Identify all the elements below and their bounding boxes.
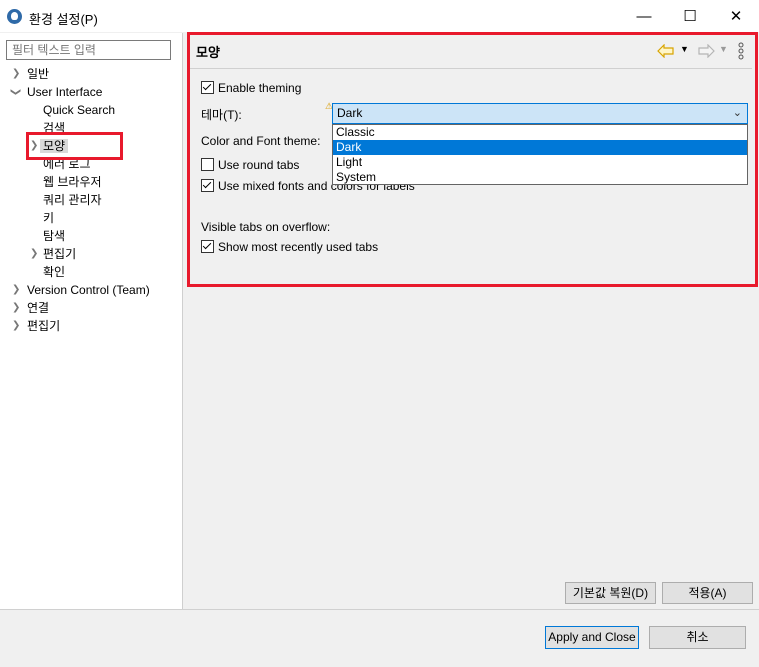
filter-input[interactable] bbox=[6, 40, 171, 60]
tree-item-navigation[interactable]: 탐색 bbox=[0, 227, 182, 245]
tree-item-connection[interactable]: ❯ 연결 bbox=[0, 299, 182, 317]
tree-item-label: Version Control (Team) bbox=[27, 283, 150, 297]
tree-item-label: 탐색 bbox=[43, 229, 66, 243]
footer-separator bbox=[0, 609, 759, 610]
tree-item-label: 편집기 bbox=[43, 247, 77, 261]
tree-item-user-interface[interactable]: ❯ User Interface bbox=[0, 83, 182, 101]
tree-item-label: 쿼리 관리자 bbox=[43, 193, 102, 207]
tree-item-general[interactable]: ❯ 일반 bbox=[0, 65, 182, 83]
tree-item-editors[interactable]: ❯ 편집기 bbox=[0, 317, 182, 335]
chevron-right-icon[interactable]: ❯ bbox=[12, 299, 20, 317]
tree-item-label: Quick Search bbox=[43, 103, 116, 117]
chevron-right-icon[interactable]: ❯ bbox=[12, 317, 20, 335]
tree-item-query-manager[interactable]: 쿼리 관리자 bbox=[0, 191, 182, 209]
tree-item-label: 연결 bbox=[27, 301, 50, 315]
tree-item-label: 확인 bbox=[43, 265, 66, 279]
tree-item-label: 편집기 bbox=[27, 319, 61, 333]
apply-button[interactable]: 적용(A) bbox=[662, 582, 753, 604]
tree-item-label: 일반 bbox=[27, 67, 50, 81]
tree-item-label: 웹 브라우저 bbox=[43, 175, 102, 189]
chevron-right-icon[interactable]: ❯ bbox=[12, 281, 20, 299]
tree-item-label: 키 bbox=[43, 211, 55, 225]
chevron-right-icon[interactable]: ❯ bbox=[12, 65, 20, 83]
close-button[interactable]: ✕ bbox=[713, 0, 759, 32]
restore-defaults-button[interactable]: 기본값 복원(D) bbox=[565, 582, 656, 604]
maximize-button[interactable]: ☐ bbox=[667, 0, 713, 32]
tree-item-web-browser[interactable]: 웹 브라우저 bbox=[0, 173, 182, 191]
app-icon bbox=[7, 9, 22, 24]
tree-item-label: User Interface bbox=[27, 85, 103, 99]
tree-item-version-control[interactable]: ❯ Version Control (Team) bbox=[0, 281, 182, 299]
chevron-down-icon[interactable]: ❯ bbox=[6, 88, 24, 96]
highlight-box-main bbox=[187, 32, 758, 287]
cancel-button[interactable]: 취소 bbox=[649, 626, 746, 649]
tree-item-editors-ui[interactable]: ❯ 편집기 bbox=[0, 245, 182, 263]
preferences-tree: ❯ 일반 ❯ User Interface Quick Search 검색 ❯ … bbox=[0, 65, 182, 335]
highlight-box-sidebar bbox=[26, 132, 123, 160]
tree-item-keys[interactable]: 키 bbox=[0, 209, 182, 227]
minimize-button[interactable]: — bbox=[621, 0, 667, 32]
apply-and-close-button[interactable]: Apply and Close bbox=[545, 626, 639, 649]
tree-item-confirm[interactable]: 확인 bbox=[0, 263, 182, 281]
tree-item-quick-search[interactable]: Quick Search bbox=[0, 101, 182, 119]
window-title: 환경 설정(P) bbox=[29, 12, 98, 27]
chevron-right-icon[interactable]: ❯ bbox=[30, 245, 38, 263]
